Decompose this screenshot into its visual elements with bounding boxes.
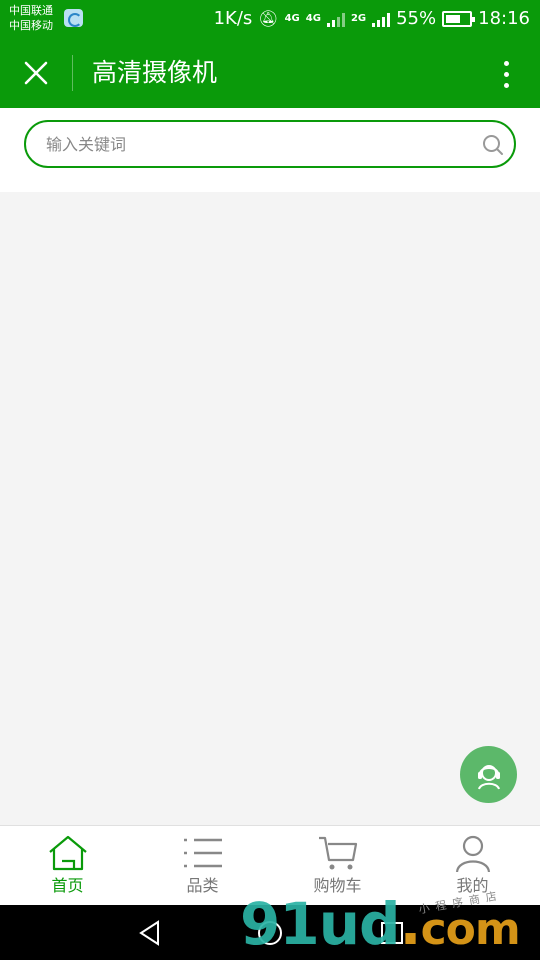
watermark-logo: 91ud.com 小程序商店 [240, 888, 540, 960]
mute-icon: 🔕︎ [258, 9, 279, 28]
close-button[interactable] [14, 51, 58, 95]
more-button[interactable] [492, 54, 520, 94]
app-header: 高清摄像机 [0, 38, 540, 108]
carrier-1: 中国联通 [9, 4, 53, 17]
nav-label-home: 首页 [51, 876, 84, 895]
close-icon [24, 61, 48, 85]
user-icon [455, 835, 490, 872]
search-input[interactable] [46, 122, 466, 166]
carrier-2: 中国移动 [9, 19, 53, 32]
home-icon [48, 835, 87, 871]
clock: 18:16 [478, 8, 530, 29]
network-type-3: 2G [350, 13, 367, 24]
search-box[interactable] [24, 120, 516, 168]
more-vertical-icon [503, 60, 509, 66]
carrier-info: 中国联通 中国移动 [9, 3, 53, 33]
battery-percent: 55% [396, 8, 437, 29]
content-area [0, 192, 540, 824]
search-icon[interactable] [482, 134, 504, 156]
customer-service-button[interactable] [460, 746, 517, 803]
customer-service-icon [477, 764, 500, 789]
network-type-1: 4G [284, 13, 300, 24]
status-bar: 中国联通 中国移动 1K/s 🔕︎ 4G 4G 2G 55% 18:16 [0, 0, 540, 38]
battery-icon [442, 10, 476, 27]
list-icon [183, 838, 222, 868]
nav-item-home[interactable]: 首页 [0, 826, 135, 906]
notification-app-icon [64, 9, 83, 27]
cart-icon [318, 836, 357, 870]
back-icon[interactable] [136, 919, 164, 947]
network-speed: 1K/s [213, 8, 253, 29]
signal-icon [326, 11, 345, 27]
signal-icon [372, 11, 391, 27]
header-divider [72, 55, 73, 91]
search-bar-area [0, 108, 540, 192]
network-type-2: 4G [305, 13, 321, 24]
status-indicators: 1K/s 🔕︎ 4G 4G 2G 55% 18:16 [214, 8, 530, 29]
nav-label-category: 品类 [186, 876, 219, 895]
page-title: 高清摄像机 [92, 58, 218, 87]
